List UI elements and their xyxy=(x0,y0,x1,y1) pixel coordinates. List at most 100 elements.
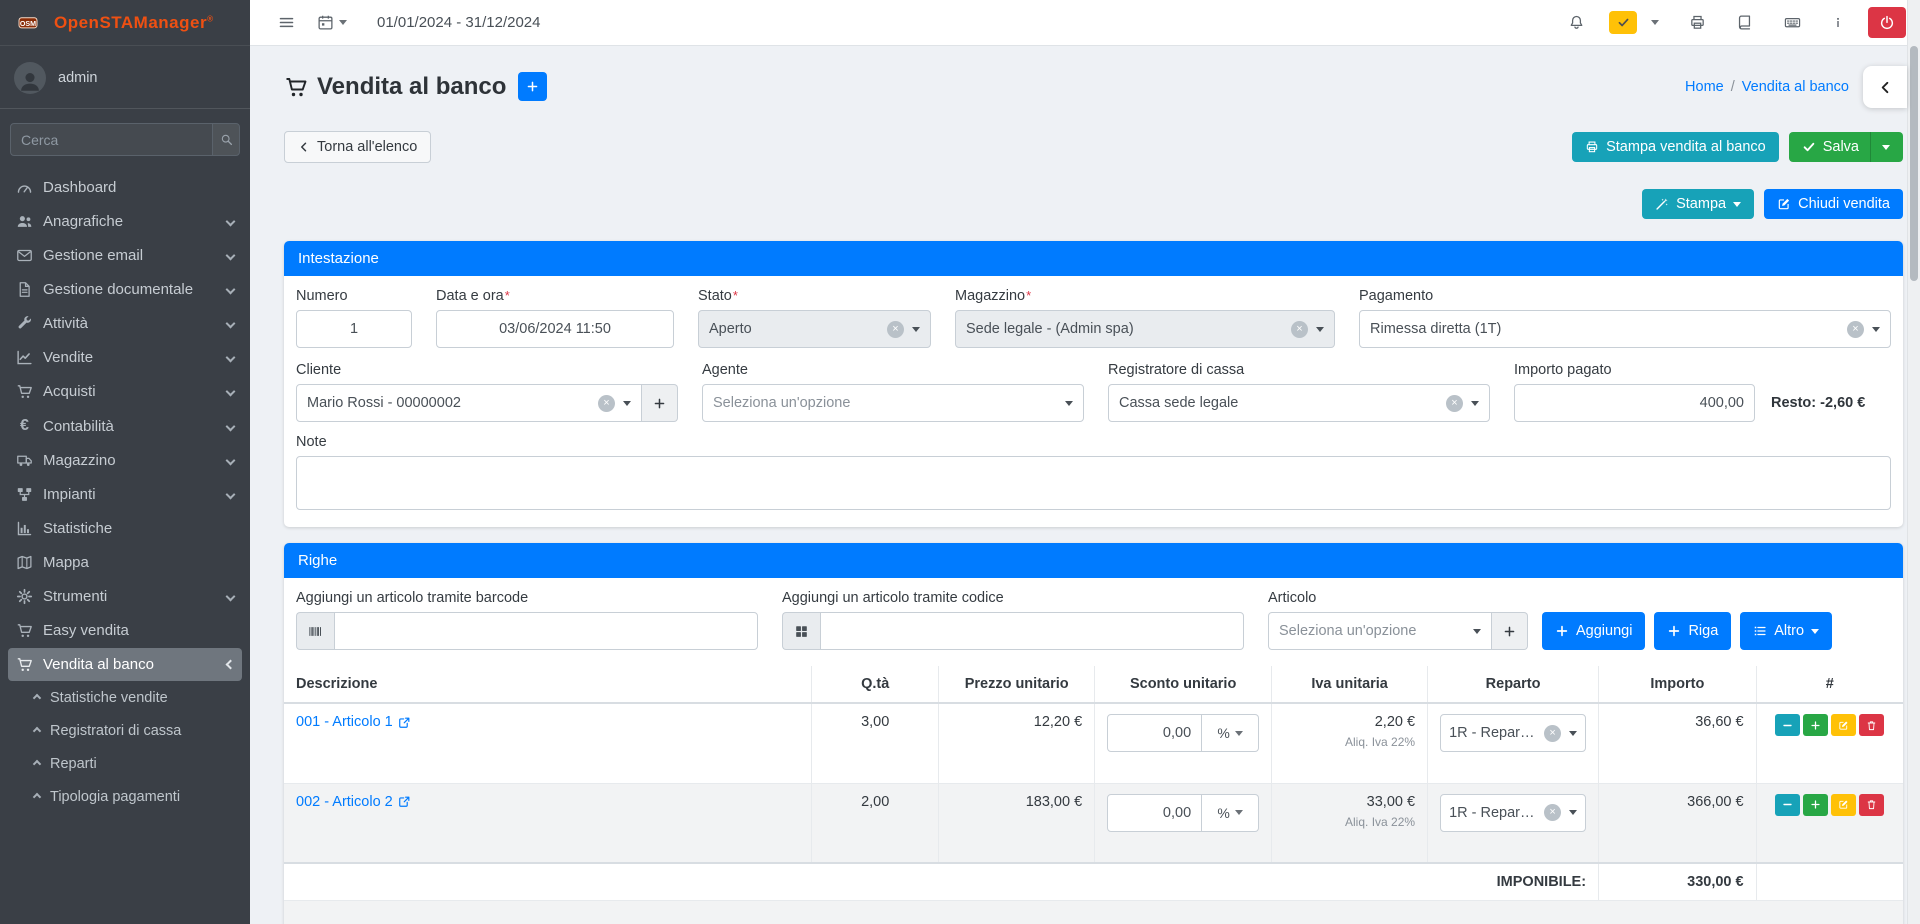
print-dropdown-button[interactable]: Stampa xyxy=(1642,189,1754,219)
sidebar-item-magazzino[interactable]: Magazzino xyxy=(8,444,242,477)
clear-icon[interactable]: × xyxy=(598,395,615,412)
clear-icon[interactable]: × xyxy=(1291,321,1308,338)
date-range[interactable]: 01/01/2024 - 31/12/2024 xyxy=(377,14,540,31)
sidebar-subitem-tipologia-pagamenti[interactable]: Tipologia pagamenti xyxy=(8,781,242,813)
note-textarea[interactable] xyxy=(296,456,1891,510)
sidebar-item-impianti[interactable]: Impianti xyxy=(8,478,242,511)
edit-row-button[interactable] xyxy=(1831,794,1856,816)
add-cliente-button[interactable] xyxy=(642,384,678,422)
sconto-input[interactable] xyxy=(1107,794,1202,832)
sidebar-toggle-button[interactable] xyxy=(272,8,301,37)
riga-button[interactable]: Riga xyxy=(1654,612,1731,650)
scrollbar[interactable] xyxy=(1907,0,1920,924)
plus-icon xyxy=(1810,799,1821,810)
sidebar: OSM OpenSTAManager® admin Dashboard Anag… xyxy=(0,0,250,924)
articolo-select[interactable]: Seleziona un'opzione xyxy=(1268,612,1492,650)
notifications-button[interactable] xyxy=(1562,8,1591,37)
sidebar-subitem-reparti[interactable]: Reparti xyxy=(8,748,242,780)
sconto-unit-select[interactable]: % xyxy=(1202,714,1259,752)
imponibile-label: IMPONIBILE: xyxy=(284,863,1599,901)
logout-button[interactable] xyxy=(1868,7,1906,38)
barcode-input[interactable] xyxy=(334,612,758,650)
delete-row-button[interactable] xyxy=(1859,714,1884,736)
sconto-input[interactable] xyxy=(1107,714,1202,752)
save-button[interactable]: Salva xyxy=(1789,132,1903,162)
checklist-dropdown-toggle[interactable] xyxy=(1645,14,1665,31)
new-record-button[interactable] xyxy=(518,72,547,101)
numero-input[interactable] xyxy=(296,310,412,348)
article-link[interactable]: 002 - Articolo 2 xyxy=(296,794,411,810)
brand[interactable]: OSM OpenSTAManager® xyxy=(0,0,250,46)
registratore-di-cassa-select[interactable]: Cassa sede legale × xyxy=(1108,384,1490,422)
sidebar-item-attivita[interactable]: Attività xyxy=(8,307,242,340)
agente-select[interactable]: Seleziona un'opzione xyxy=(702,384,1084,422)
reparto-select[interactable]: 1R - Reparto 1... × xyxy=(1440,714,1586,752)
clear-icon[interactable]: × xyxy=(1847,321,1864,338)
edit-icon xyxy=(1838,720,1849,731)
sidebar-item-dashboard[interactable]: Dashboard xyxy=(8,171,242,204)
close-sale-button[interactable]: Chiudi vendita xyxy=(1764,189,1903,219)
importo-pagato-input[interactable] xyxy=(1514,384,1755,422)
sidebar-item-gestione-email[interactable]: Gestione email xyxy=(8,239,242,272)
back-to-list-button[interactable]: Torna all'elenco xyxy=(284,131,431,163)
user-icon xyxy=(17,68,43,94)
checklist-button[interactable] xyxy=(1609,11,1637,34)
sidebar-item-acquisti[interactable]: Acquisti xyxy=(8,375,242,408)
search-button[interactable] xyxy=(212,124,239,155)
info-button[interactable] xyxy=(1826,8,1850,37)
print-queue-button[interactable] xyxy=(1683,8,1712,37)
pagamento-select[interactable]: Rimessa diretta (1T) × xyxy=(1359,310,1891,348)
breadcrumb-home-link[interactable]: Home xyxy=(1685,79,1724,95)
external-link-icon xyxy=(398,795,411,808)
map-icon xyxy=(16,554,33,571)
chevron-left-icon xyxy=(226,456,236,466)
increase-qty-button[interactable] xyxy=(1803,794,1828,816)
edit-icon xyxy=(1777,197,1791,211)
sidebar-item-gestione-documentale[interactable]: Gestione documentale xyxy=(8,273,242,306)
sidebar-item-mappa[interactable]: Mappa xyxy=(8,546,242,579)
codice-input[interactable] xyxy=(820,612,1244,650)
edit-row-button[interactable] xyxy=(1831,714,1856,736)
scrollbar-thumb[interactable] xyxy=(1910,46,1918,281)
article-link[interactable]: 001 - Articolo 1 xyxy=(296,714,411,730)
prezzo-cell: 12,20 € xyxy=(939,703,1095,783)
info-icon xyxy=(1832,14,1844,31)
decrease-qty-button[interactable] xyxy=(1775,714,1800,736)
calendar-dropdown-button[interactable] xyxy=(311,8,353,37)
clear-icon[interactable]: × xyxy=(1544,804,1561,821)
altro-dropdown-button[interactable]: Altro xyxy=(1740,612,1832,650)
panel-collapse-button[interactable] xyxy=(1863,66,1907,108)
table-header-row: Descrizione Q.tà Prezzo unitario Sconto … xyxy=(284,666,1903,703)
delete-row-button[interactable] xyxy=(1859,794,1884,816)
docs-button[interactable] xyxy=(1730,8,1759,37)
aggiungi-button[interactable]: Aggiungi xyxy=(1542,612,1645,650)
sidebar-subitem-registratori-di-cassa[interactable]: Registratori di cassa xyxy=(8,715,242,747)
add-articolo-button[interactable] xyxy=(1492,612,1528,650)
sidebar-item-statistiche[interactable]: Statistiche xyxy=(8,512,242,545)
shortcuts-button[interactable] xyxy=(1777,8,1808,37)
sidebar-item-vendite[interactable]: Vendite xyxy=(8,341,242,374)
magazzino-select[interactable]: Sede legale - (Admin spa) × xyxy=(955,310,1335,348)
sidebar-subitem-statistiche-vendite[interactable]: Statistiche vendite xyxy=(8,682,242,714)
print-sale-button[interactable]: Stampa vendita al banco xyxy=(1572,132,1779,162)
clear-icon[interactable]: × xyxy=(887,321,904,338)
data-e-ora-input[interactable] xyxy=(436,310,674,348)
sidebar-item-vendita-al-banco[interactable]: Vendita al banco xyxy=(8,648,242,681)
chevron-left-icon xyxy=(226,319,236,329)
col-descrizione: Descrizione xyxy=(284,666,812,703)
increase-qty-button[interactable] xyxy=(1803,714,1828,736)
cliente-select[interactable]: Mario Rossi - 00000002 × xyxy=(296,384,642,422)
decrease-qty-button[interactable] xyxy=(1775,794,1800,816)
search-input[interactable] xyxy=(11,124,212,155)
sidebar-item-contabilita[interactable]: €Contabilità xyxy=(8,409,242,443)
reparto-select[interactable]: 1R - Reparto 1... × xyxy=(1440,794,1586,832)
breadcrumb-current-link[interactable]: Vendita al banco xyxy=(1742,79,1849,95)
sidebar-item-strumenti[interactable]: Strumenti xyxy=(8,580,242,613)
plus-icon xyxy=(1503,625,1516,638)
sidebar-item-easy-vendita[interactable]: Easy vendita xyxy=(8,614,242,647)
sidebar-item-anagrafiche[interactable]: Anagrafiche xyxy=(8,205,242,238)
stato-select[interactable]: Aperto × xyxy=(698,310,931,348)
clear-icon[interactable]: × xyxy=(1446,395,1463,412)
sconto-unit-select[interactable]: % xyxy=(1202,794,1259,832)
clear-icon[interactable]: × xyxy=(1544,725,1561,742)
